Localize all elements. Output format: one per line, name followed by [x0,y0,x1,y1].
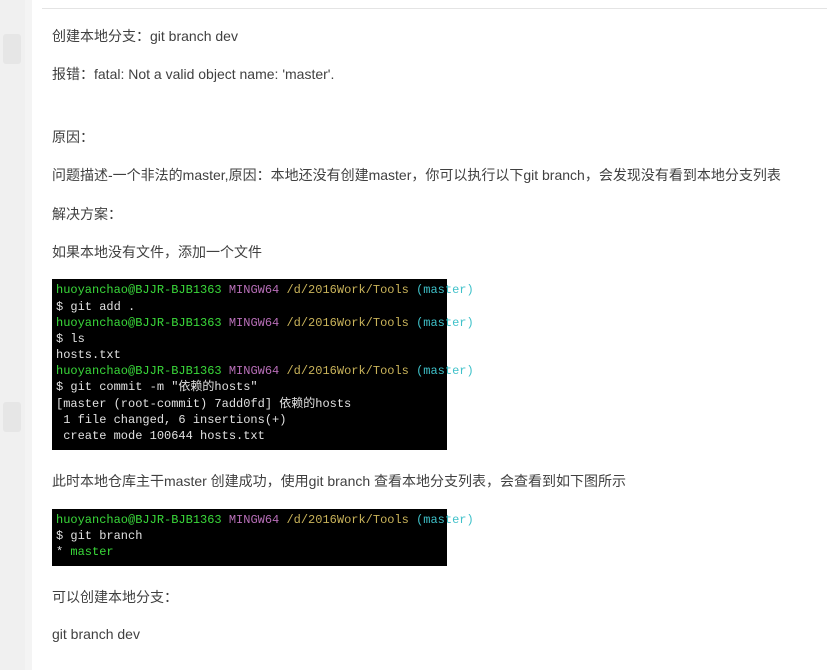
terminal-mingw: MINGW64 [222,364,287,378]
sidebar-widget [3,402,21,432]
solution-step-add-file: 如果本地没有文件，添加一个文件 [52,241,817,263]
sidebar-stub [0,0,25,670]
text-after-commit: 此时本地仓库主干master 创建成功，使用git branch 查看本地分支列… [52,470,817,492]
terminal-output-marker: * [56,545,70,559]
terminal-branch: (master) [409,364,474,378]
terminal-output: 1 file changed, 6 insertions(+) [56,413,286,427]
divider [42,8,827,9]
terminal-cmd: $ git commit -m "依赖的hosts" [56,380,258,394]
text-line-create-branch: 创建本地分支：git branch dev [52,25,817,47]
terminal-user: huoyanchao@BJJR-BJB1363 [56,364,222,378]
terminal-cmd: $ git branch [56,529,142,543]
terminal-user: huoyanchao@BJJR-BJB1363 [56,513,222,527]
terminal-cmd: $ git add . [56,300,135,314]
text-can-create: 可以创建本地分支： [52,586,817,608]
reason-label: 原因： [52,126,817,148]
terminal-user: huoyanchao@BJJR-BJB1363 [56,316,222,330]
terminal-user: huoyanchao@BJJR-BJB1363 [56,283,222,297]
terminal-output: [master (root-commit) 7add0fd] 依赖的hosts [56,397,351,411]
terminal-mingw: MINGW64 [222,316,287,330]
terminal-path: /d/2016Work/Tools [286,513,408,527]
terminal-output-master: master [70,545,113,559]
terminal-path: /d/2016Work/Tools [286,364,408,378]
terminal-branch: (master) [409,316,474,330]
reason-description: 问题描述-一个非法的master,原因：本地还没有创建master，你可以执行以… [52,164,817,186]
terminal-output-git-branch: huoyanchao@BJJR-BJB1363 MINGW64 /d/2016W… [52,509,447,567]
terminal-path: /d/2016Work/Tools [286,283,408,297]
terminal-output: create mode 100644 hosts.txt [56,429,265,443]
terminal-mingw: MINGW64 [222,513,287,527]
terminal-mingw: MINGW64 [222,283,287,297]
solution-label: 解决方案： [52,203,817,225]
terminal-branch: (master) [409,513,474,527]
terminal-output-git-add-commit: huoyanchao@BJJR-BJB1363 MINGW64 /d/2016W… [52,279,447,450]
article-content: 创建本地分支：git branch dev 报错：fatal: Not a va… [32,0,837,670]
text-line-error: 报错：fatal: Not a valid object name: 'mast… [52,63,817,85]
terminal-cmd: $ ls [56,332,85,346]
text-cmd-branch-dev: git branch dev [52,623,817,645]
terminal-output: hosts.txt [56,348,121,362]
terminal-branch: (master) [409,283,474,297]
terminal-path: /d/2016Work/Tools [286,316,408,330]
sidebar-widget [3,34,21,64]
